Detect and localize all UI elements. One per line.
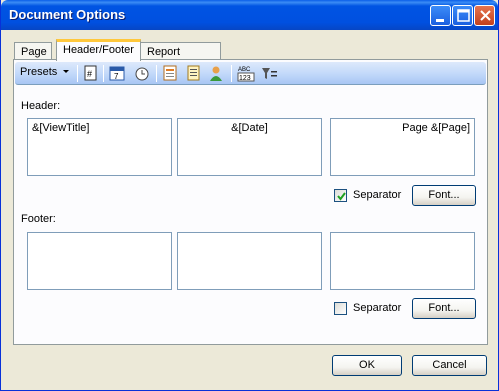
cancel-button[interactable]: Cancel — [412, 355, 487, 376]
header-label: Header: — [21, 100, 61, 112]
footer-separator-checkbox[interactable] — [334, 302, 347, 315]
title-bar[interactable]: Document Options — [1, 0, 498, 30]
toolbar-separator — [231, 65, 232, 82]
header-separator-checkbox[interactable] — [334, 189, 347, 202]
footer-label: Footer: — [21, 213, 56, 225]
footer-separator-label: Separator — [353, 302, 402, 314]
maximize-icon — [457, 9, 470, 22]
checkmark-icon — [337, 192, 346, 201]
view-title-icon[interactable] — [162, 65, 179, 82]
presets-label: Presets — [20, 66, 58, 78]
document-options-dialog: Document Options Page Header/Footer Repo… — [0, 0, 499, 391]
page-number-icon[interactable]: # — [83, 65, 99, 82]
header-center-field[interactable]: &[Date] — [177, 118, 322, 176]
header-separator-label: Separator — [353, 189, 402, 201]
tab-header-footer[interactable]: Header/Footer — [56, 39, 141, 61]
footer-left-field[interactable] — [27, 232, 172, 290]
svg-text:7: 7 — [114, 72, 119, 81]
ok-button[interactable]: OK — [332, 355, 402, 376]
footer-center-field[interactable] — [177, 232, 322, 290]
field-codes-icon[interactable]: ABC 123 — [237, 65, 255, 82]
svg-text:123: 123 — [239, 75, 251, 82]
date-icon[interactable]: 7 — [109, 65, 126, 82]
header-footer-panel: Presets # 7 ABC 123 Header: &[ViewTitle]… — [13, 59, 488, 345]
toolbar-separator — [103, 65, 104, 82]
document-icon[interactable] — [185, 65, 202, 82]
footer-right-field[interactable] — [330, 232, 475, 290]
header-left-field[interactable]: &[ViewTitle] — [27, 118, 172, 176]
svg-text:#: # — [87, 69, 92, 79]
maximize-button[interactable] — [452, 5, 473, 26]
presets-dropdown[interactable]: Presets — [20, 66, 71, 83]
header-font-button[interactable]: Font... — [412, 185, 476, 206]
header-right-field[interactable]: Page &[Page] — [330, 118, 475, 176]
close-icon — [480, 10, 491, 21]
user-icon[interactable] — [208, 65, 225, 82]
time-icon[interactable] — [134, 65, 151, 82]
toolbar: Presets # 7 ABC 123 — [15, 62, 486, 85]
minimize-icon — [436, 19, 444, 22]
toolbar-separator — [156, 65, 157, 82]
window-title: Document Options — [9, 7, 126, 22]
filter-icon[interactable] — [261, 65, 279, 82]
dropdown-arrow-icon — [63, 70, 70, 73]
toolbar-separator — [77, 65, 78, 82]
close-button[interactable] — [474, 5, 495, 26]
svg-text:ABC: ABC — [238, 67, 251, 73]
footer-font-button[interactable]: Font... — [412, 298, 476, 319]
minimize-button[interactable] — [430, 5, 451, 26]
